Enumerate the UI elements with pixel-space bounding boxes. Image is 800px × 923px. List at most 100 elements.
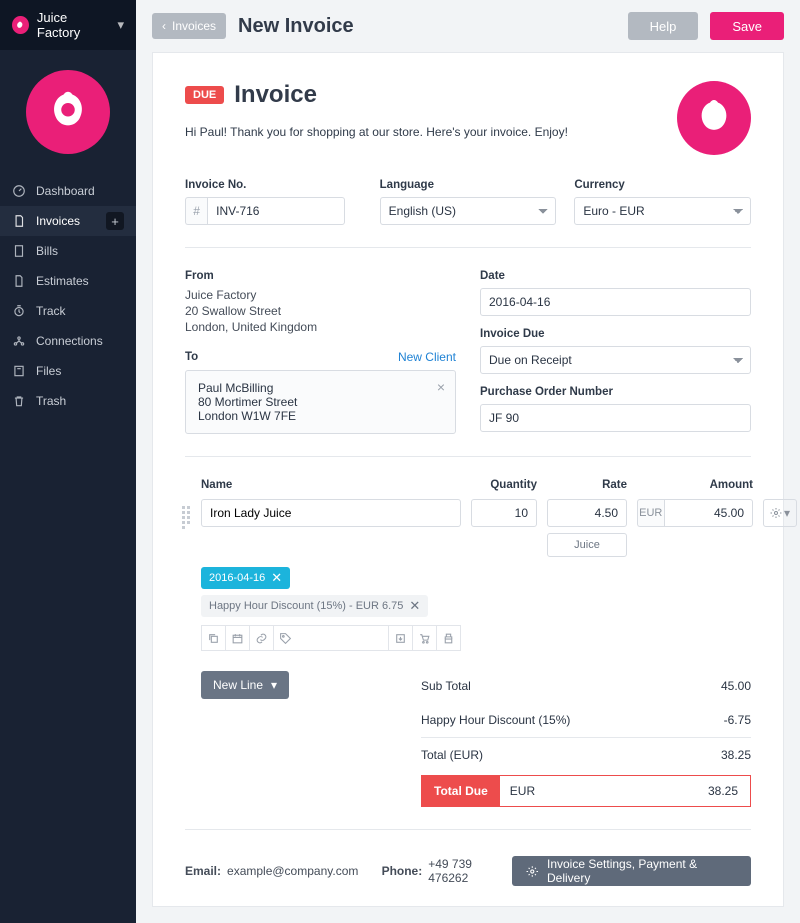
trash-icon — [12, 394, 26, 408]
sidebar-item-connections[interactable]: Connections — [0, 326, 136, 356]
line-settings-button[interactable]: ▾ — [763, 499, 797, 527]
client-card[interactable]: × Paul McBilling 80 Mortimer Street Lond… — [185, 370, 456, 434]
col-rate: Rate — [547, 479, 627, 491]
email-value: example@company.com — [227, 864, 358, 878]
new-line-button[interactable]: New Line▾ — [201, 671, 289, 699]
remove-tag-icon[interactable]: ✕ — [271, 570, 282, 586]
chevron-down-icon: ▾ — [271, 678, 277, 692]
document-icon — [12, 214, 26, 228]
sidebar-item-invoices[interactable]: Invoices + — [0, 206, 136, 236]
col-amount: Amount — [637, 479, 753, 491]
folder-icon — [12, 364, 26, 378]
from-name: Juice Factory — [185, 288, 456, 302]
save-button[interactable]: Save — [710, 12, 784, 40]
nav-label: Track — [36, 304, 66, 318]
remove-tag-icon[interactable]: ✕ — [409, 598, 420, 614]
primary-nav: Dashboard Invoices + Bills Estimates Tra… — [0, 176, 136, 416]
invoice-settings-button[interactable]: Invoice Settings, Payment & Delivery — [512, 856, 751, 886]
file-icon — [12, 274, 26, 288]
sidebar-item-estimates[interactable]: Estimates — [0, 266, 136, 296]
to-label: To — [185, 351, 198, 363]
phone-value: +49 739 476262 — [428, 857, 512, 885]
total-due-value: 38.25 — [696, 784, 750, 798]
nav-label: Invoices — [36, 214, 80, 228]
drag-handle-icon[interactable] — [181, 505, 195, 519]
amount-currency: EUR — [637, 499, 664, 527]
currency-select[interactable]: Euro - EUR — [574, 197, 751, 225]
gear-icon — [526, 865, 539, 878]
from-line1: 20 Swallow Street — [185, 304, 456, 318]
client-name: Paul McBilling — [198, 381, 443, 395]
line-amount-input[interactable] — [664, 499, 753, 527]
connections-icon — [12, 334, 26, 348]
link-icon[interactable] — [249, 625, 273, 651]
document-title: Invoice — [234, 81, 317, 109]
status-badge: DUE — [185, 86, 224, 104]
tag-icon[interactable] — [273, 625, 297, 651]
client-line1: 80 Mortimer Street — [198, 395, 443, 409]
chevron-down-icon: ▾ — [117, 17, 124, 33]
line-item: EUR ▾ Juice 2016-04-16✕ Happy Hour Disco… — [185, 499, 751, 651]
invoice-card: DUE Invoice Hi Paul! Thank you for shopp… — [152, 52, 784, 907]
po-label: Purchase Order Number — [480, 386, 751, 398]
po-input[interactable] — [480, 404, 751, 432]
page-title: New Invoice — [238, 15, 354, 38]
language-label: Language — [380, 179, 557, 191]
col-qty: Quantity — [471, 479, 537, 491]
due-label: Invoice Due — [480, 328, 751, 340]
discount-value: -6.75 — [724, 713, 751, 727]
remove-client-icon[interactable]: × — [437, 379, 445, 395]
topbar: ‹ Invoices New Invoice Help Save — [136, 0, 800, 52]
nav-label: Files — [36, 364, 61, 378]
nav-label: Dashboard — [36, 184, 95, 198]
total-label: Total (EUR) — [421, 748, 483, 762]
nav-label: Bills — [36, 244, 58, 258]
unit-chip[interactable]: Juice — [547, 533, 627, 557]
archive-icon[interactable] — [388, 625, 412, 651]
nav-label: Connections — [36, 334, 103, 348]
currency-label: Currency — [574, 179, 751, 191]
clock-icon — [12, 304, 26, 318]
invoice-no-input[interactable] — [207, 197, 345, 225]
page-icon — [12, 244, 26, 258]
sidebar-item-track[interactable]: Track — [0, 296, 136, 326]
calendar-icon[interactable] — [225, 625, 249, 651]
sidebar-item-files[interactable]: Files — [0, 356, 136, 386]
sidebar-item-bills[interactable]: Bills — [0, 236, 136, 266]
copy-icon[interactable] — [201, 625, 225, 651]
line-rate-input[interactable] — [547, 499, 627, 527]
print-icon[interactable] — [436, 625, 461, 651]
due-select[interactable]: Due on Receipt — [480, 346, 751, 374]
email-label: Email: — [185, 864, 221, 878]
chevron-left-icon: ‹ — [162, 19, 166, 33]
workspace-name: Juice Factory — [37, 10, 110, 40]
line-qty-input[interactable] — [471, 499, 537, 527]
date-tag[interactable]: 2016-04-16✕ — [201, 567, 290, 589]
total-due-currency: EUR — [500, 784, 545, 798]
phone-label: Phone: — [382, 864, 423, 878]
nav-label: Estimates — [36, 274, 89, 288]
line-toolbar — [201, 625, 461, 651]
cart-icon[interactable] — [412, 625, 436, 651]
back-label: Invoices — [172, 19, 216, 33]
col-name: Name — [201, 479, 461, 491]
brand-icon — [12, 16, 29, 34]
add-invoice-button[interactable]: + — [106, 212, 124, 230]
total-due-label: Total Due — [422, 776, 500, 806]
back-button[interactable]: ‹ Invoices — [152, 13, 226, 39]
greeting-text: Hi Paul! Thank you for shopping at our s… — [185, 125, 661, 139]
sidebar-item-trash[interactable]: Trash — [0, 386, 136, 416]
help-button[interactable]: Help — [628, 12, 699, 40]
discount-tag[interactable]: Happy Hour Discount (15%) - EUR 6.75✕ — [201, 595, 428, 617]
company-logo — [677, 81, 751, 155]
invoice-no-label: Invoice No. — [185, 179, 362, 191]
line-name-input[interactable] — [201, 499, 461, 527]
from-line2: London, United Kingdom — [185, 320, 456, 334]
language-select[interactable]: English (US) — [380, 197, 557, 225]
new-client-link[interactable]: New Client — [398, 350, 456, 364]
nav-label: Trash — [36, 394, 66, 408]
discount-label: Happy Hour Discount (15%) — [421, 713, 570, 727]
sidebar-item-dashboard[interactable]: Dashboard — [0, 176, 136, 206]
date-input[interactable] — [480, 288, 751, 316]
workspace-switcher[interactable]: Juice Factory ▾ — [0, 0, 136, 50]
